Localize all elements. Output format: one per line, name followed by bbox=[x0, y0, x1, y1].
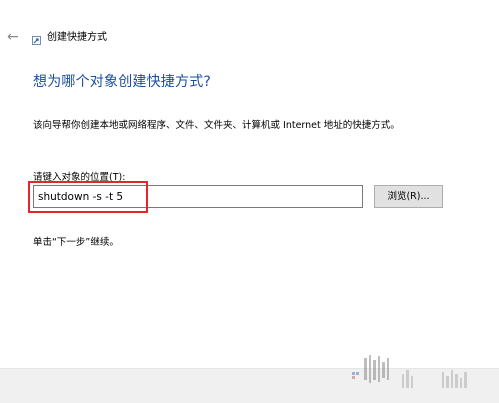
browse-button[interactable]: 浏览(R)... bbox=[374, 185, 443, 208]
shortcut-icon bbox=[32, 36, 41, 45]
wizard-description: 该向导帮你创建本地或网络程序、文件、文件夹、计算机或 Internet 地址的快… bbox=[33, 120, 400, 131]
create-shortcut-wizard: ← 创建快捷方式 想为哪个对象创建快捷方式? 该向导帮你创建本地或网络程序、文件… bbox=[0, 0, 499, 403]
location-input[interactable] bbox=[33, 185, 363, 208]
page-heading: 想为哪个对象创建快捷方式? bbox=[33, 74, 212, 90]
next-step-hint: 单击“下一步”继续。 bbox=[33, 237, 119, 248]
back-arrow-icon[interactable]: ← bbox=[7, 29, 23, 45]
footer-bar bbox=[0, 368, 499, 403]
location-label: 请键入对象的位置(T): bbox=[33, 172, 126, 183]
window-title: 创建快捷方式 bbox=[47, 32, 107, 43]
